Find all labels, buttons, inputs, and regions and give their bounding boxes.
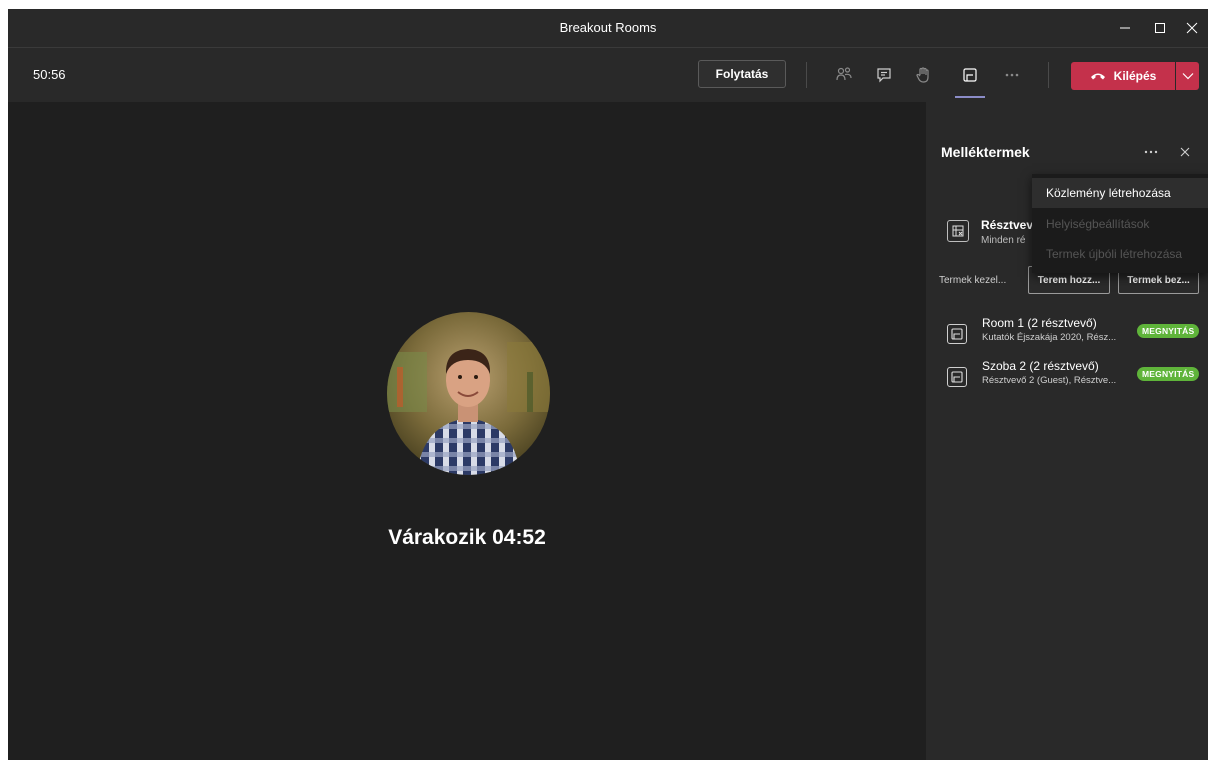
panel-options-menu: Közlemény létrehozása Helyiségbeállításo… [1032,174,1208,273]
toolbar-divider [806,62,807,88]
open-room-badge[interactable]: MEGNYITÁS [1137,367,1200,381]
chevron-down-icon [1182,73,1193,80]
close-icon [1186,22,1198,34]
manage-rooms-label: Termek kezel... [939,275,1007,286]
ellipsis-icon [1005,73,1019,77]
assign-participants-button[interactable] [947,220,969,242]
create-announcement-menu-item[interactable]: Közlemény létrehozása [1032,178,1208,208]
title-bar: Breakout Rooms [8,9,1208,48]
assign-participants-icon [952,225,964,237]
more-actions-button[interactable] [999,62,1025,88]
minimize-button[interactable] [1109,9,1141,47]
people-icon [836,67,852,81]
breakout-rooms-icon [963,68,977,82]
room-icon [947,324,967,344]
room-name: Room 1 (2 résztvevő) [982,316,1097,330]
room-list-item[interactable]: Room 1 (2 résztvevő) Kutatók Éjszakája 2… [926,316,1208,356]
window-title: Breakout Rooms [559,20,657,35]
room-settings-menu-item[interactable]: Helyiségbeállítások [1032,209,1208,239]
toolbar-divider [1048,62,1049,88]
minimize-icon [1120,27,1130,29]
panel-more-options-button[interactable] [1141,142,1161,162]
avatar-photo [387,312,550,475]
room-participants: Résztvevő 2 (Guest), Résztve... [982,375,1117,386]
room-name: Szoba 2 (2 résztvevő) [982,359,1099,373]
waiting-status: Várakozik 04:52 [388,526,546,549]
raise-hand-button[interactable] [910,62,936,88]
chat-button[interactable] [871,62,897,88]
chat-icon [877,68,891,83]
assign-participants-title: Résztvev [981,218,1034,232]
leave-options-button[interactable] [1176,62,1199,90]
leave-button[interactable]: Kilépés [1071,62,1175,90]
meeting-toolbar: 50:56 Folytatás Kilépés [8,48,1208,102]
participants-button[interactable] [831,62,857,88]
room-list-item[interactable]: Szoba 2 (2 résztvevő) Résztvevő 2 (Guest… [926,359,1208,399]
room-icon [947,367,967,387]
hang-up-icon [1090,73,1105,80]
close-icon [1180,147,1190,157]
leave-label: Kilépés [1113,69,1157,83]
maximize-icon [1155,23,1165,33]
participant-avatar [387,312,550,475]
ellipsis-icon [1144,150,1158,154]
meeting-stage: Várakozik 04:52 [8,102,926,760]
meeting-window: Breakout Rooms 50:56 Folytatás Kilépés V… [8,9,1208,760]
maximize-button[interactable] [1144,9,1176,47]
panel-title: Melléktermek [941,144,1030,160]
panel-close-button[interactable] [1175,142,1195,162]
open-room-badge[interactable]: MEGNYITÁS [1137,324,1200,338]
recreate-rooms-menu-item[interactable]: Termek újbóli létrehozása [1032,239,1208,269]
continue-button[interactable]: Folytatás [698,60,786,88]
meeting-timer: 50:56 [33,67,66,82]
room-participants: Kutatók Éjszakája 2020, Rész... [982,332,1117,343]
close-window-button[interactable] [1176,9,1208,47]
hand-icon [916,67,929,83]
breakout-rooms-button[interactable] [955,62,985,98]
assign-participants-subtitle: Minden ré [981,235,1026,246]
